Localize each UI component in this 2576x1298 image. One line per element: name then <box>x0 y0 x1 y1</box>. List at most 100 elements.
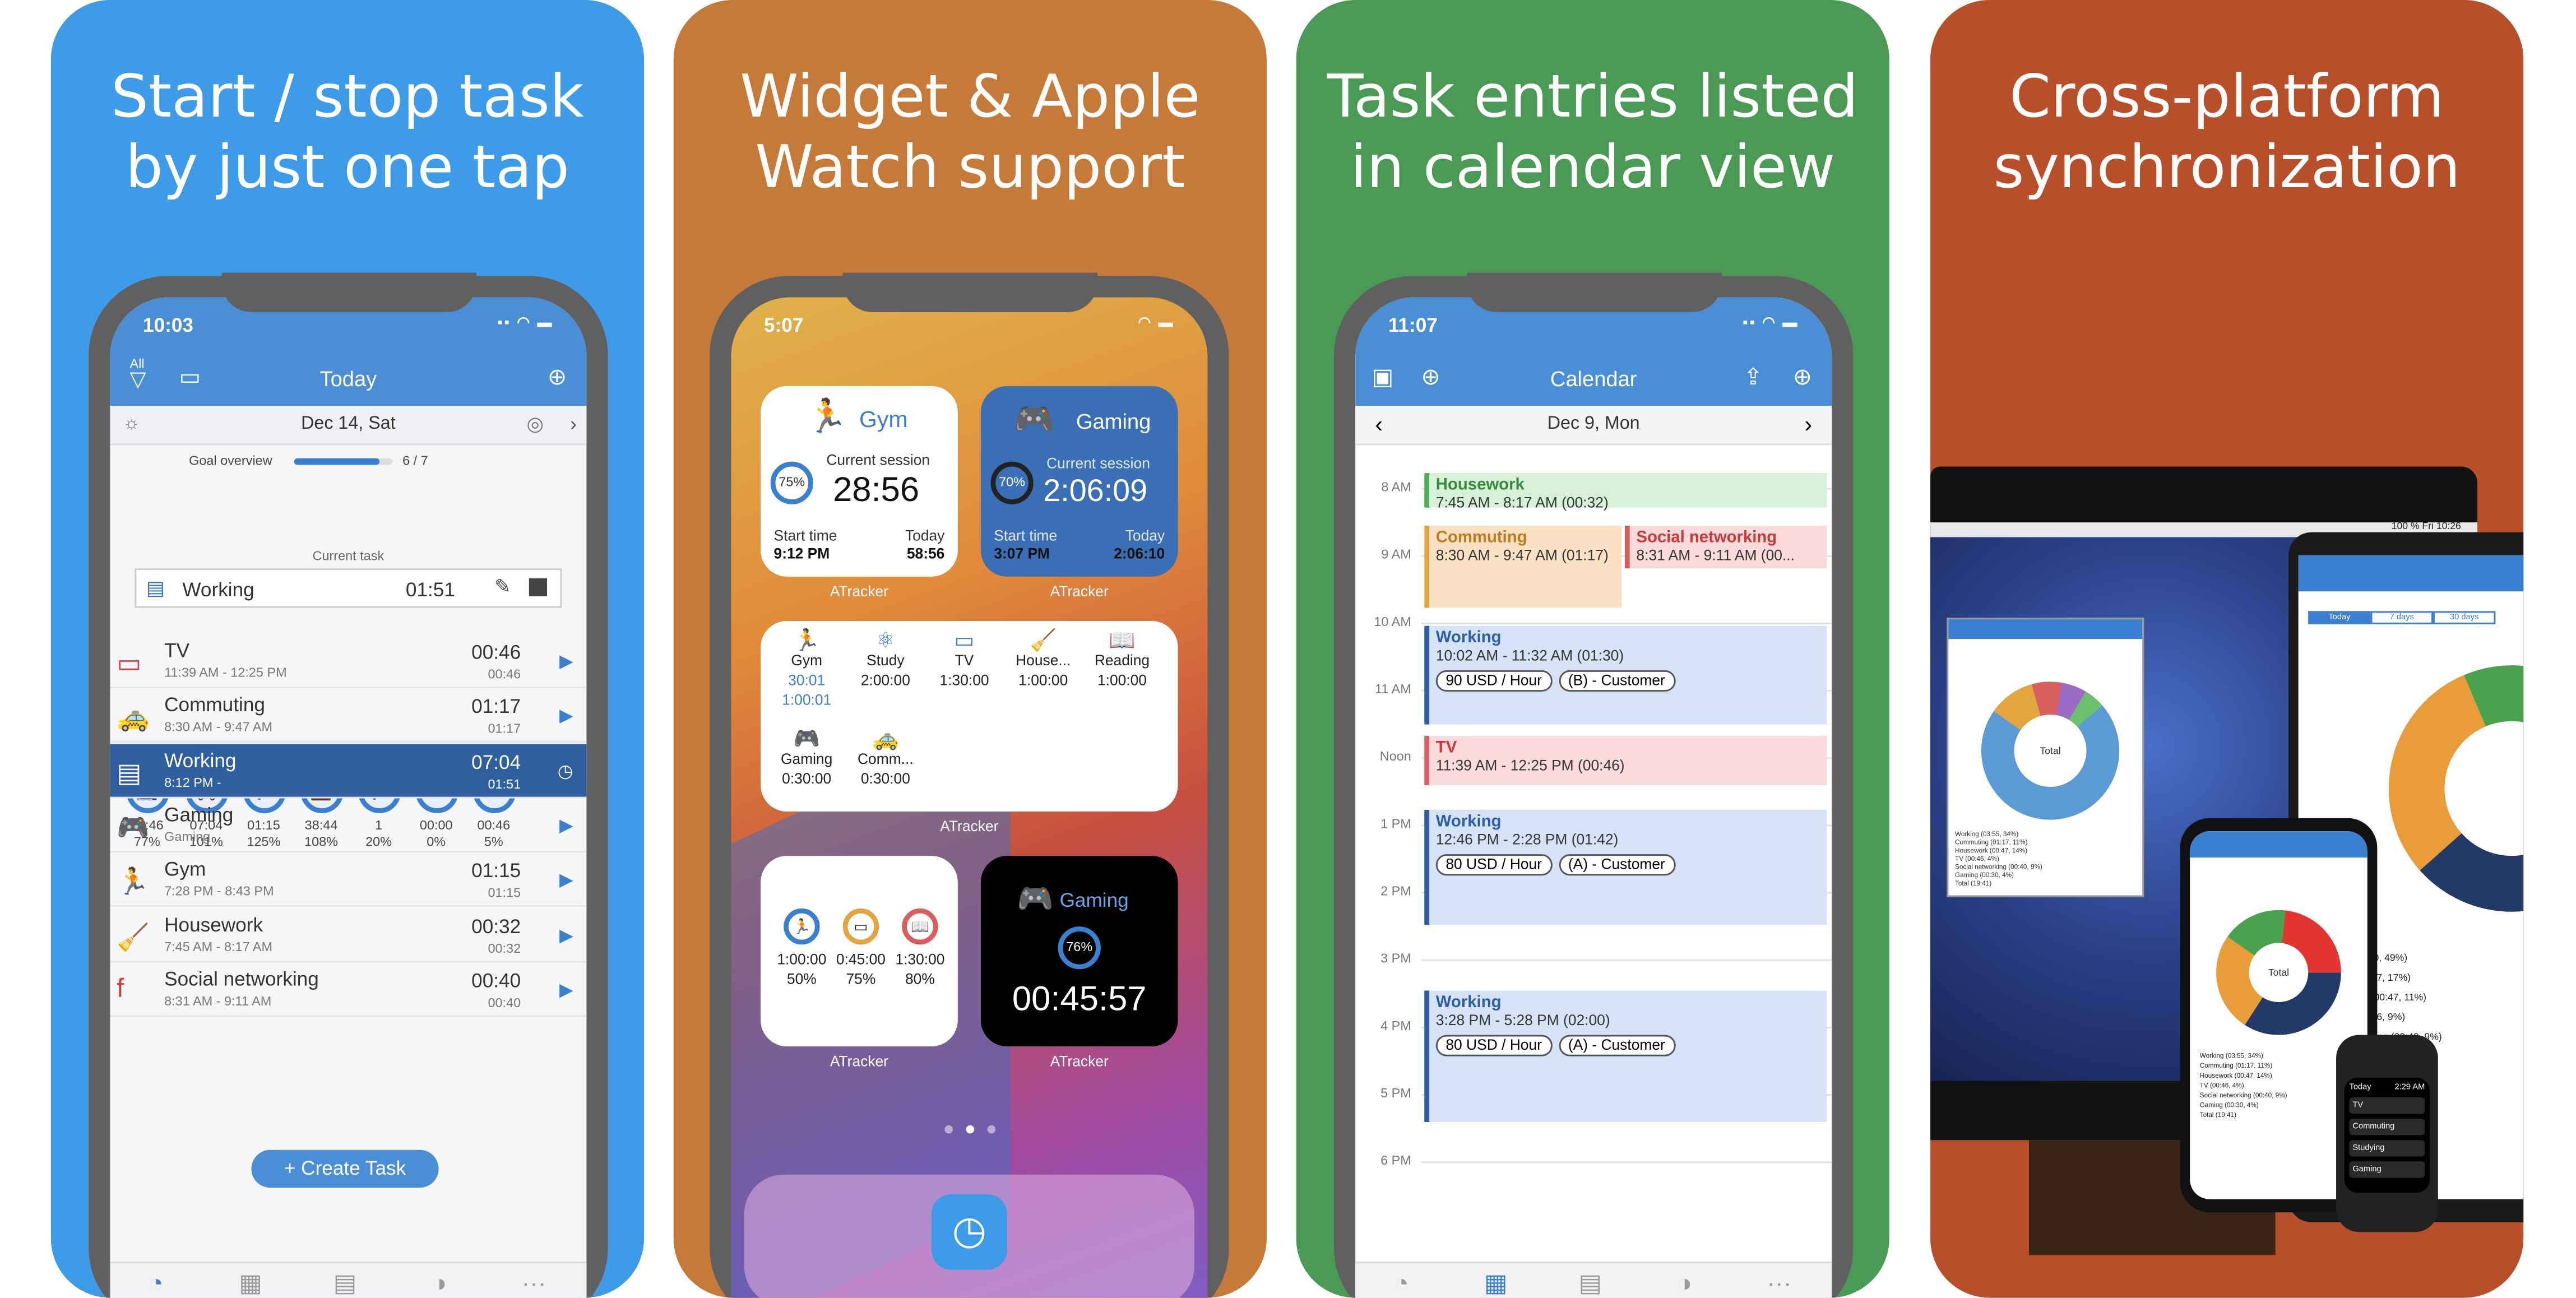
stopwatch-icon[interactable]: ◷ <box>558 760 573 781</box>
task-icon: ▭ <box>117 650 142 679</box>
grid-task[interactable]: ▭ TV 1:30:00 <box>925 629 1004 690</box>
calendar-event[interactable]: Working 10:02 AM - 11:32 AM (01:30) 90 USD… <box>1424 625 1827 725</box>
tab-today[interactable]: ◔Today <box>115 1270 197 1298</box>
event-name: Working <box>1435 629 1502 647</box>
ipad-segment-tabs: Today 7 days 30 days <box>2308 598 2523 624</box>
grid-task[interactable]: ⚛ Study 2:00:00 <box>846 629 925 690</box>
goal-widget-item: ▭ 0:45:00 75% <box>833 908 889 989</box>
calendar-event[interactable]: Working 12:46 PM - 2:28 PM (01:42) 80 USD … <box>1424 810 1827 925</box>
task-row[interactable]: 🏃 Gym 7:28 PM - 8:43 PM 01:15 01:15 ▶ <box>110 853 587 907</box>
task-row[interactable]: 🎮 Gaming Gaming ▶ <box>110 798 587 852</box>
create-task-button[interactable]: + Create Task <box>251 1149 439 1188</box>
timer-add-icon[interactable]: ⊕ <box>1793 363 1812 391</box>
panel-caption: Cross-platform synchronization <box>1930 62 2523 203</box>
history-icon: ▤ <box>333 1269 357 1298</box>
tab-calendar[interactable]: ▦Calendar <box>210 1270 292 1298</box>
gaming-start-value: 3:07 PM <box>994 545 1050 562</box>
history-icon: ▤ <box>1578 1269 1602 1298</box>
task-icon: 🎮 <box>117 814 150 843</box>
mac-legend: Working (03:55, 34%) Commuting (01:17, 11… <box>1955 829 2042 887</box>
app-icon[interactable]: ◷ <box>931 1194 1007 1270</box>
segment-tab[interactable]: 7 days <box>2370 611 2433 624</box>
gaming-widget[interactable]: 🎮 Gaming 70% Current session 2:06:09 Sta… <box>980 386 1178 577</box>
tab-history[interactable]: ▤History <box>304 1270 386 1298</box>
grid-task-name: TV <box>955 652 974 669</box>
gym-start-label: Start time <box>773 527 837 544</box>
grid-task[interactable]: 🎮 Gaming 0:30:00 <box>767 727 846 789</box>
caption-line-1: Start / stop task <box>110 64 584 132</box>
tab-report[interactable]: ◑Report <box>1644 1270 1726 1298</box>
tab-today[interactable]: ◔Today <box>1360 1270 1443 1298</box>
tab-settings[interactable]: ···Settings <box>493 1270 575 1298</box>
tab-settings[interactable]: ···Settings <box>1738 1270 1820 1298</box>
task-row[interactable]: ▭ TV 11:39 AM - 12:25 PM 00:46 00:46 ▶ <box>110 634 587 689</box>
gym-today-label: Today <box>905 527 945 544</box>
share-icon[interactable]: ⇪ <box>1744 363 1763 391</box>
task-subtitle: 11:39 AM - 12:25 PM <box>164 665 287 680</box>
status-bar: 11:07 ▪▪ ◠ ▬ <box>1388 314 1799 340</box>
grid-task[interactable]: 🧹 House... 1:00:00 <box>1004 629 1083 690</box>
timer-add-icon[interactable]: ⊕ <box>548 363 567 391</box>
tab-report[interactable]: ◑Report <box>399 1270 481 1298</box>
panel-sync: Cross-platform synchronization 100 % Fri… <box>1930 0 2524 1298</box>
gym-today-value: 58:56 <box>906 545 945 562</box>
task-row[interactable]: ▤ Working 8:12 PM - 07:04 01:51 ◷ <box>110 743 587 798</box>
calendar-event[interactable]: TV 11:39 AM - 12:25 PM (00:46) <box>1424 736 1827 786</box>
current-task-name: Working <box>182 578 254 601</box>
play-icon[interactable]: ▶ <box>559 979 573 1000</box>
task-icon: 🏃 <box>117 869 150 897</box>
task-row[interactable]: 🚕 Commuting 8:30 AM - 9:47 AM 01:17 01:17 ▶ <box>110 689 587 743</box>
calendar-event[interactable]: Social networking 8:31 AM - 9:11 AM (00..… <box>1624 525 1827 569</box>
event-time: 3:28 PM - 5:28 PM (02:00) <box>1435 1012 1610 1028</box>
date-label: Dec 14, Sat <box>301 414 396 434</box>
stop-icon[interactable] <box>529 578 548 596</box>
status-icons: ▪▪ ◠ ▬ <box>1743 313 1799 331</box>
current-task-box[interactable]: ▤ Working 01:51 ✎ <box>135 568 562 608</box>
play-icon[interactable]: ▶ <box>559 815 573 836</box>
grid-task-name: Reading <box>1094 652 1150 669</box>
task-row[interactable]: f Social networking 8:31 AM - 9:11 AM 00:40… <box>110 962 587 1017</box>
settings-icon: ··· <box>521 1269 546 1298</box>
event-time: 10:02 AM - 11:32 AM (01:30) <box>1435 647 1624 664</box>
settings-icon: ··· <box>1767 1269 1792 1298</box>
edit-icon[interactable]: ✎ <box>494 575 511 598</box>
task-total-time: 07:04 <box>471 750 521 773</box>
gym-start-value: 9:12 PM <box>773 545 830 562</box>
gym-widget[interactable]: 🏃 Gym 75% Current session 28:56 Start ti… <box>761 386 958 577</box>
grid-task[interactable]: 📖 Reading 1:00:00 <box>1083 629 1162 690</box>
goal-widget-ring: 🏃 <box>784 908 820 945</box>
calendar-event[interactable]: Working 3:28 PM - 5:28 PM (02:00) 80 USD /… <box>1424 990 1827 1122</box>
task-row[interactable]: 🧹 Housework 7:45 AM - 8:17 AM 00:32 00:32 ▶ <box>110 907 587 962</box>
play-icon[interactable]: ▶ <box>559 924 573 945</box>
page-title: Today <box>319 366 377 391</box>
tab-calendar[interactable]: ▦Calendar <box>1455 1270 1537 1298</box>
watch-row[interactable]: Commuting <box>2349 1119 2425 1135</box>
dark-gaming-widget[interactable]: 🎮 Gaming 76% 00:45:57 <box>980 856 1178 1047</box>
tasks-grid-widget[interactable]: 🏃 Gym 30:01 1:00:01 ⚛ Study 2:00:00 ▭ TV 1:30:00 🧹… <box>761 620 1178 812</box>
target-icon[interactable]: ◎ <box>526 412 544 435</box>
grid-task[interactable]: 🏃 Gym 30:01 1:00:01 <box>767 629 846 710</box>
caption-line-1: Task entries listed <box>1327 64 1859 132</box>
segment-tab[interactable]: Today <box>2308 611 2371 624</box>
calendar-event[interactable]: Housework 7:45 AM - 8:17 AM (00:32) <box>1424 473 1827 511</box>
grid-task[interactable]: 🚕 Comm... 0:30:00 <box>846 727 925 789</box>
rate-tag: 90 USD / Hour <box>1435 670 1552 692</box>
chevron-right-icon[interactable]: › <box>570 412 577 435</box>
goals-widget[interactable]: 🏃 1:00:00 50% ▭ 0:45:00 75% 📖 1:30:00 80% <box>761 856 958 1047</box>
dark-progress-ring: 76% <box>1058 926 1101 970</box>
task-subtitle: 8:31 AM - 9:11 AM <box>164 993 272 1009</box>
caption-line-2: in calendar view <box>1350 135 1836 202</box>
play-icon[interactable]: ▶ <box>559 705 573 726</box>
play-icon[interactable]: ▶ <box>559 651 573 672</box>
chevron-right-icon[interactable]: › <box>1804 411 1812 437</box>
phone-screen: 10:03 ▪▪ ◠ ▬ All ▽ ▭ Today ⊕ ☼ Dec 14, Sat… <box>110 297 587 1298</box>
watch-row[interactable]: TV <box>2349 1097 2425 1114</box>
watch-row[interactable]: Studying <box>2349 1140 2425 1157</box>
segment-tab[interactable]: 30 days <box>2433 611 2496 624</box>
tab-history[interactable]: ▤History <box>1549 1270 1632 1298</box>
status-time: 5:07 <box>763 313 804 337</box>
play-icon[interactable]: ▶ <box>559 869 573 891</box>
event-name: TV <box>1435 739 1457 758</box>
calendar-event[interactable]: Commuting 8:30 AM - 9:47 AM (01:17) <box>1424 525 1622 608</box>
watch-row[interactable]: Gaming <box>2349 1161 2425 1178</box>
